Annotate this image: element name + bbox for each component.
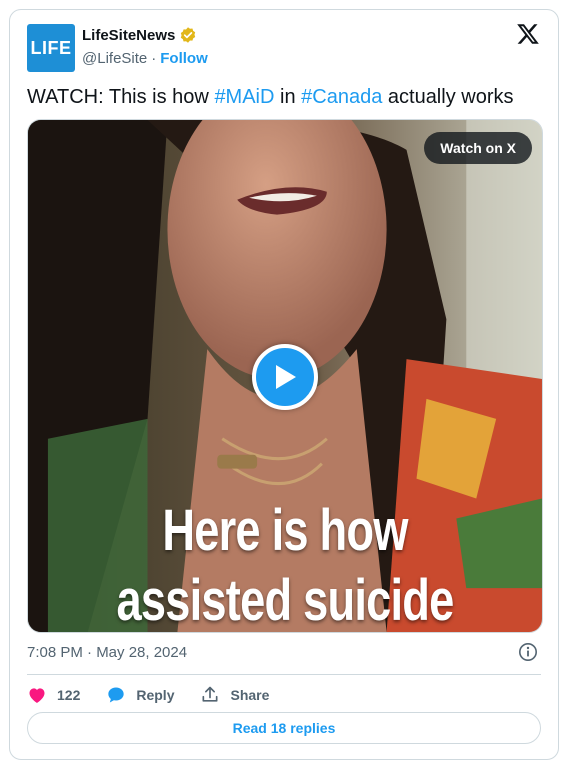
info-icon[interactable] — [518, 642, 538, 662]
tweet-text: WATCH: This is how #MAiD in #Canada actu… — [27, 85, 513, 109]
read-replies-button[interactable]: Read 18 replies — [27, 712, 541, 744]
avatar-text: LIFE — [30, 37, 72, 58]
action-bar: 122 Reply Share — [27, 682, 295, 708]
play-button[interactable] — [252, 344, 318, 410]
handle-row: @LifeSite · Follow — [82, 50, 208, 67]
avatar[interactable]: LIFE — [27, 24, 75, 72]
read-replies-label: Read 18 replies — [232, 720, 336, 736]
author-name-row: LifeSiteNews — [82, 26, 197, 44]
tweet-text-prefix: WATCH: This is how — [27, 86, 215, 108]
video-caption-line-1: Here is how — [162, 498, 408, 563]
video-media[interactable]: Watch on X Here is how assisted suicide — [27, 119, 543, 633]
like-count: 122 — [57, 687, 81, 703]
heart-icon — [29, 688, 45, 703]
handle[interactable]: @LifeSite — [82, 50, 147, 67]
like-button[interactable]: 122 — [27, 685, 80, 705]
share-button[interactable]: Share — [200, 685, 269, 705]
follow-button[interactable]: Follow — [160, 50, 208, 67]
tweet-text-suffix: actually works — [382, 86, 514, 108]
play-icon — [276, 365, 296, 389]
verified-badge-icon — [181, 27, 196, 43]
hashtag-canada[interactable]: #Canada — [301, 86, 382, 108]
separator: · — [151, 50, 157, 67]
share-icon — [202, 686, 218, 702]
tweet-card: LIFE LifeSiteNews @LifeSite · Follow WAT… — [9, 9, 559, 760]
reply-button[interactable]: Reply — [106, 685, 174, 705]
reply-label: Reply — [136, 687, 175, 703]
video-caption-line-2: assisted suicide — [116, 568, 454, 633]
hashtag-maid[interactable]: #MAiD — [214, 86, 274, 108]
display-name[interactable]: LifeSiteNews — [82, 27, 175, 44]
x-logo-icon[interactable] — [516, 22, 540, 46]
timestamp[interactable]: 7:08 PM · May 28, 2024 — [27, 644, 187, 661]
watch-on-x-button[interactable]: Watch on X — [424, 132, 532, 164]
tweet-text-middle: in — [274, 86, 302, 108]
divider — [27, 674, 541, 675]
share-label: Share — [230, 687, 270, 703]
reply-bubble-icon — [108, 687, 125, 703]
watch-on-x-label: Watch on X — [440, 140, 516, 156]
